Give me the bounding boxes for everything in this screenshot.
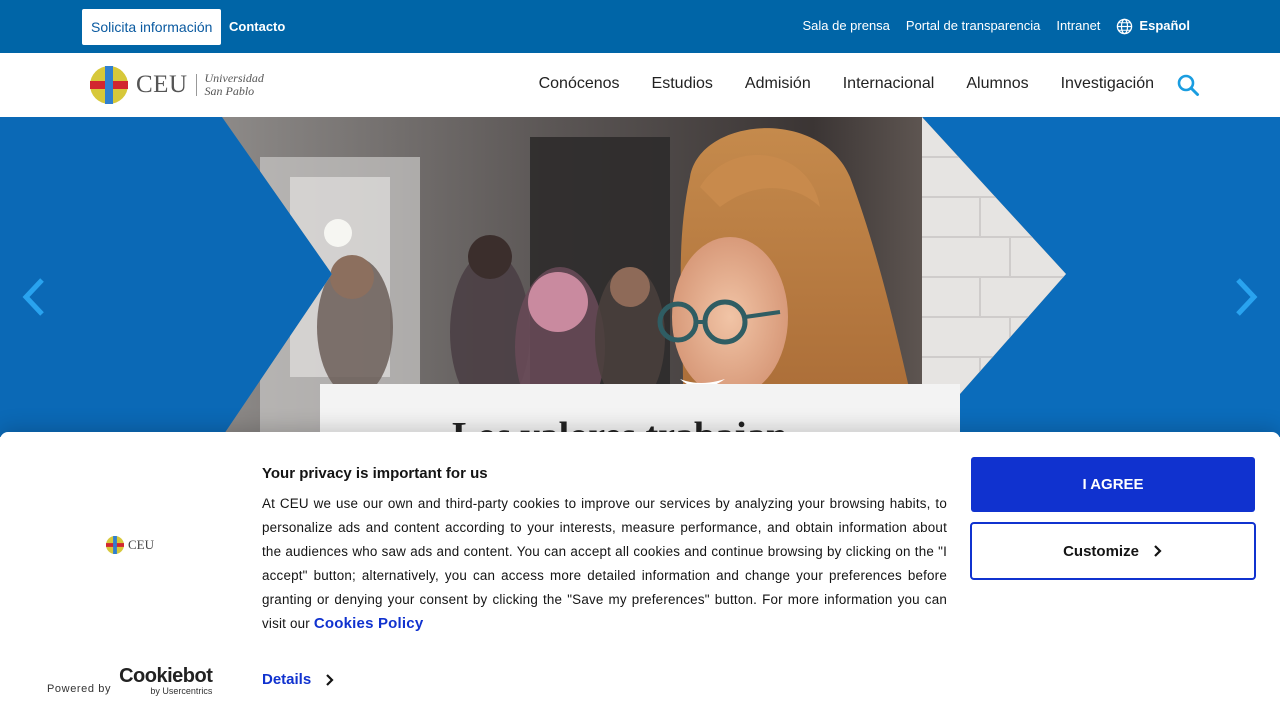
menu-item-admision[interactable]: Admisión [745,73,811,95]
ceu-cross-emblem [90,66,128,104]
agree-button[interactable]: I AGREE [971,457,1255,512]
ceu-cross-emblem-small [106,536,124,554]
search-icon[interactable] [1176,73,1200,97]
language-label: Español [1139,18,1190,33]
chevron-left-icon[interactable] [20,277,48,317]
cookie-logo-text: CEU [128,537,154,552]
chevron-right-icon [326,674,334,686]
hero-caption-card: Los valores trabajan [320,384,960,437]
language-selector[interactable]: Español [1116,17,1190,35]
chevron-right-icon [1154,545,1162,557]
cookie-body-text: At CEU we use our own and third-party co… [262,492,947,636]
cookiebot-name: Cookiebot [119,665,213,687]
cookies-policy-link[interactable]: Cookies Policy [314,615,424,632]
powered-by-label: Powered by [47,683,112,695]
press-room-link[interactable]: Sala de prensa [802,17,889,35]
main-menu: Conócenos Estudios Admisión Internaciona… [539,73,1154,95]
transparency-portal-link[interactable]: Portal de transparencia [906,17,1040,35]
logo-text: CEU [136,71,188,98]
menu-item-investigacion[interactable]: Investigación [1061,73,1154,95]
details-toggle[interactable]: Details [262,670,335,690]
chevron-right-icon[interactable] [1232,277,1260,317]
logo-subtitle: Universidad San Pablo [204,71,264,98]
cookie-heading: Your privacy is important for us [262,465,488,482]
top-links: Sala de prensa Portal de transparencia I… [802,17,1190,35]
ceu-logo[interactable]: CEU Universidad San Pablo [90,66,264,104]
customize-button[interactable]: Customize [970,522,1256,580]
globe-icon [1117,18,1133,34]
details-label: Details [262,671,312,688]
cookie-consent-banner: CEU Powered by Cookiebot by Usercentrics… [0,432,1280,720]
intranet-link[interactable]: Intranet [1056,17,1100,35]
contact-link[interactable]: Contacto [229,18,285,36]
menu-item-conocenos[interactable]: Conócenos [539,73,620,95]
powered-by-cookiebot[interactable]: Powered by Cookiebot by Usercentrics [47,665,213,696]
cookie-banner-logo: CEU [106,536,154,554]
request-info-button[interactable]: Solicita información [82,9,222,45]
cookie-body-paragraph: At CEU we use our own and third-party co… [262,496,947,631]
cookiebot-logo: Cookiebot by Usercentrics [119,665,213,696]
menu-item-alumnos[interactable]: Alumnos [966,73,1028,95]
main-header: CEU Universidad San Pablo Conócenos Estu… [0,53,1280,117]
menu-item-internacional[interactable]: Internacional [843,73,935,95]
logo-divider [195,74,197,96]
top-bar: Solicita información Contacto Sala de pr… [0,0,1280,53]
menu-item-estudios[interactable]: Estudios [652,73,713,95]
cookiebot-by-label: by Usercentrics [150,686,213,696]
customize-label: Customize [1063,542,1139,560]
hero-slider: Los valores trabajan [0,117,1280,437]
